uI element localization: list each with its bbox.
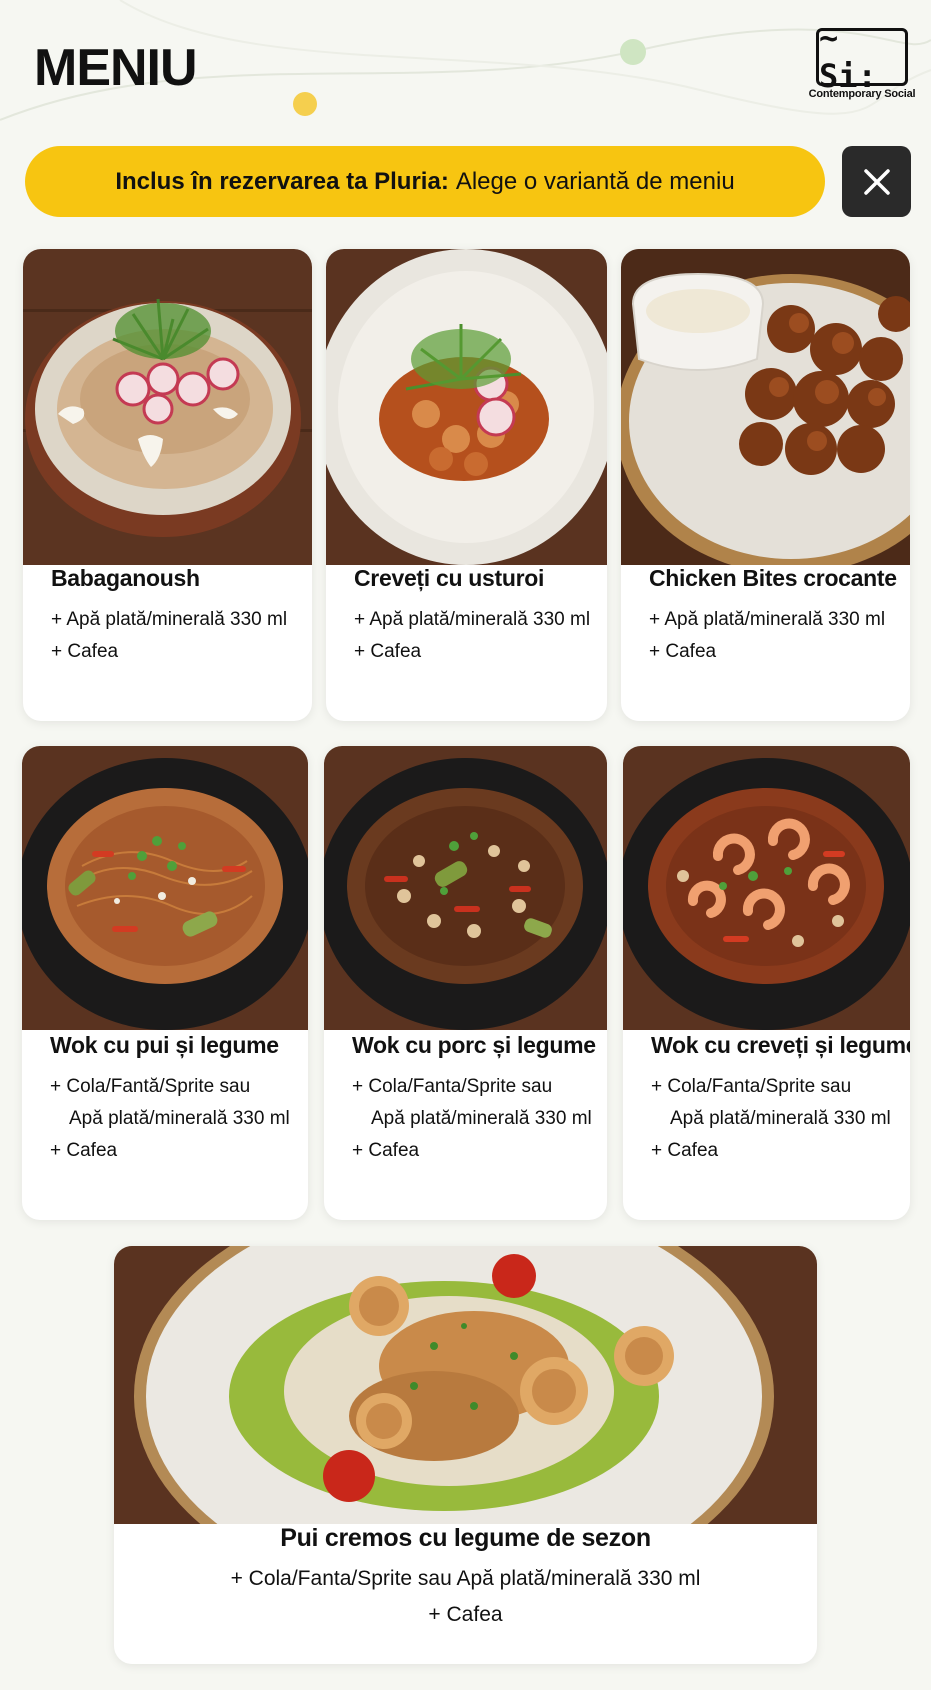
banner-text: Alege o variantă de meniu bbox=[455, 167, 735, 195]
menu-card-pui-cremos[interactable]: Pui cremos cu legume de sezon + Cola/Fan… bbox=[114, 1246, 817, 1664]
menu-card-babaganoush[interactable]: Babaganoush + Apă plată/minerală 330 ml … bbox=[23, 249, 312, 721]
dish-extra-line: + Apă plată/minerală 330 ml bbox=[649, 609, 886, 630]
dish-extra-line: + Apă plată/minerală 330 ml bbox=[51, 609, 288, 630]
pork-wok-bowl-image bbox=[324, 746, 607, 1030]
hummus-plate-image bbox=[23, 249, 312, 565]
chicken-wok-bowl-image bbox=[22, 746, 308, 1030]
garlic-shrimp-plate-image bbox=[326, 249, 607, 565]
dish-extra-line: + Apă plată/minerală 330 ml bbox=[354, 609, 591, 630]
dish-extra-line: + Cola/Fantă/Sprite sau bbox=[50, 1076, 251, 1097]
menu-card-chicken-bites[interactable]: Chicken Bites crocante + Apă plată/miner… bbox=[621, 249, 910, 721]
dish-name: Wok cu porc și legume bbox=[352, 1032, 596, 1058]
dish-extra-line: + Cola/Fanta/Sprite sau bbox=[352, 1076, 553, 1097]
creamy-chicken-plate-image bbox=[114, 1246, 817, 1524]
chicken-bites-plate-image bbox=[621, 249, 910, 565]
dish-extra-line: + Cafea bbox=[354, 641, 422, 662]
dish-name: Wok cu creveți și legume bbox=[651, 1032, 910, 1058]
dish-extra-line: Apă plată/minerală 330 ml bbox=[670, 1108, 891, 1129]
dish-extra-line: + Cafea bbox=[651, 1140, 719, 1161]
dish-extra-line: + Cafea bbox=[649, 641, 717, 662]
dish-extra-line: + Cola/Fanta/Sprite sau bbox=[651, 1076, 852, 1097]
dish-extra-line: + Cafea bbox=[51, 641, 119, 662]
menu-card-wok-creveti[interactable]: Wok cu creveți și legume + Cola/Fanta/Sp… bbox=[623, 746, 910, 1220]
brand-logo: ~ Si: Contemporary Social bbox=[809, 19, 916, 100]
menu-card-wok-pui[interactable]: Wok cu pui și legume + Cola/Fantă/Sprite… bbox=[22, 746, 308, 1220]
menu-card-creveti-cu-usturoi[interactable]: Creveți cu usturoi + Apă plată/minerală … bbox=[326, 249, 607, 721]
dish-name: Creveți cu usturoi bbox=[354, 565, 545, 591]
close-icon bbox=[863, 168, 890, 195]
logo-mark: ~ Si: bbox=[816, 19, 908, 95]
close-button[interactable] bbox=[842, 146, 911, 217]
dish-name: Wok cu pui și legume bbox=[50, 1032, 279, 1058]
dish-extra-line: Apă plată/minerală 330 ml bbox=[69, 1108, 290, 1129]
dish-extra-line: + Cola/Fanta/Sprite sau Apă plată/minera… bbox=[230, 1567, 701, 1590]
shrimp-wok-bowl-image bbox=[623, 746, 910, 1030]
dish-extra-line: Apă plată/minerală 330 ml bbox=[371, 1108, 592, 1129]
page-title: MENIU bbox=[34, 39, 198, 97]
banner-bold-text: Inclus în rezervarea ta Pluria: bbox=[115, 167, 449, 195]
dish-name: Chicken Bites crocante bbox=[649, 565, 897, 591]
dish-name: Pui cremos cu legume de sezon bbox=[280, 1524, 651, 1552]
dish-extra-line: + Cafea bbox=[428, 1603, 503, 1626]
dish-extra-line: + Cafea bbox=[352, 1140, 420, 1161]
dish-extra-line: + Cafea bbox=[50, 1140, 118, 1161]
menu-card-wok-porc[interactable]: Wok cu porc și legume + Cola/Fanta/Sprit… bbox=[324, 746, 607, 1220]
dish-name: Babaganoush bbox=[51, 565, 200, 591]
included-banner: Inclus în rezervarea ta Pluria: Alege o … bbox=[25, 146, 825, 217]
